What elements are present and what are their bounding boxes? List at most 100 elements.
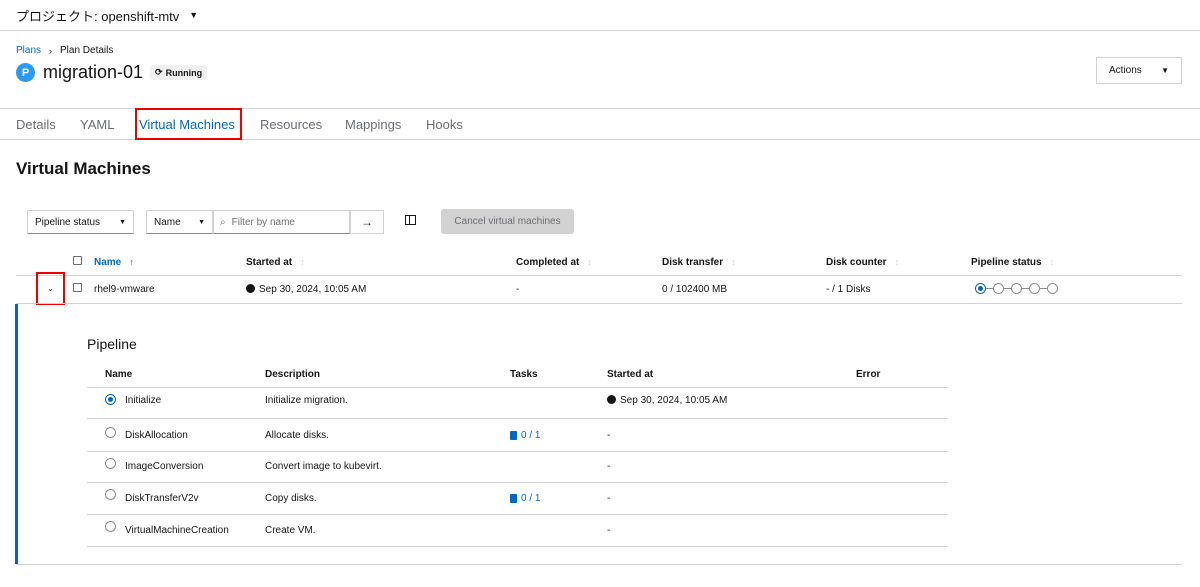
search-icon: ⌕ (220, 216, 226, 228)
caret-down-icon: ▼ (1161, 66, 1169, 75)
pipeline-step-dot (1047, 283, 1058, 294)
actions-label: Actions (1109, 65, 1142, 76)
arrow-right-icon: → (361, 215, 373, 229)
search-placeholder: Filter by name (231, 216, 295, 228)
step-started-at: - (607, 525, 611, 536)
pipeline-connector (1004, 288, 1011, 289)
row-checkbox[interactable] (73, 283, 82, 292)
divider (16, 303, 1182, 304)
status-badge: ⟳ Running (150, 65, 208, 80)
caret-down-icon: ▼ (119, 218, 126, 226)
vm-name: rhel9-vmware (94, 284, 155, 295)
name-filter-select[interactable]: Name ▼ (146, 210, 213, 234)
pipeline-col-tasks: Tasks (510, 369, 538, 380)
divider (87, 387, 948, 388)
tab-mappings[interactable]: Mappings (345, 117, 401, 132)
name-filter-label: Name (154, 216, 181, 228)
column-header-completed[interactable]: Completed at ↕ (516, 257, 592, 268)
pipeline-col-error: Error (856, 369, 881, 380)
step-status-pending-icon (105, 458, 116, 469)
column-header-name[interactable]: Name ↑ (94, 257, 134, 268)
pipeline-connector (1022, 288, 1029, 289)
actions-button[interactable]: Actions ▼ (1096, 57, 1182, 84)
step-name: DiskTransferV2v (125, 493, 199, 504)
pipeline-step-dot (1029, 283, 1040, 294)
highlight-box (135, 108, 242, 140)
column-header-disk-counter[interactable]: Disk counter ↕ (826, 257, 899, 268)
pipeline-title: Pipeline (87, 336, 137, 352)
divider (16, 564, 1182, 565)
step-description: Initialize migration. (265, 395, 348, 406)
pipeline-col-started: Started at (607, 369, 654, 380)
clipboard-icon (510, 494, 517, 503)
step-status-pending-icon (105, 521, 116, 532)
vm-disk-counter: - / 1 Disks (826, 284, 871, 295)
tab-hooks[interactable]: Hooks (426, 117, 463, 132)
search-submit-button[interactable]: → (350, 210, 384, 234)
sort-icon: ↕ (1049, 257, 1055, 267)
sort-icon: ↕ (300, 257, 305, 267)
search-input[interactable]: ⌕ Filter by name (213, 210, 350, 234)
step-status-active-icon (105, 394, 116, 405)
expanded-row-indicator (15, 304, 18, 564)
breadcrumb-current: Plan Details (60, 45, 114, 56)
caret-down-icon: ▼ (189, 10, 199, 20)
plan-badge: P (16, 63, 35, 82)
sort-icon: ↕ (587, 257, 592, 267)
step-status-pending-icon (105, 489, 116, 500)
pipeline-step-dot (993, 283, 1004, 294)
step-description: Create VM. (265, 525, 316, 536)
column-header-disk-transfer[interactable]: Disk transfer ↕ (662, 257, 736, 268)
vm-completed-at: - (516, 284, 520, 295)
manage-columns-icon[interactable] (405, 215, 416, 225)
step-tasks-link[interactable]: 0 / 1 (510, 430, 540, 441)
tab-details[interactable]: Details (16, 117, 56, 132)
pipeline-status-filter[interactable]: Pipeline status ▼ (27, 210, 134, 234)
pipeline-step-dot (975, 283, 986, 294)
chevron-right-icon: › (49, 45, 53, 56)
divider (87, 482, 948, 483)
sync-icon: ⟳ (155, 67, 163, 77)
globe-icon (607, 395, 616, 404)
divider (87, 514, 948, 515)
step-description: Copy disks. (265, 493, 317, 504)
sort-icon: ↕ (894, 257, 900, 267)
page-title: migration-01 (43, 62, 144, 82)
sort-asc-icon: ↑ (129, 257, 134, 267)
breadcrumb-plans-link[interactable]: Plans (16, 45, 41, 56)
pipeline-connector (1040, 288, 1047, 289)
vm-disk-transfer: 0 / 102400 MB (662, 284, 728, 295)
step-status-pending-icon (105, 427, 116, 438)
cancel-vms-button[interactable]: Cancel virtual machines (441, 209, 574, 234)
vm-started-at: Sep 30, 2024, 10:05 AM (246, 284, 366, 295)
pipeline-filter-label: Pipeline status (35, 216, 101, 228)
step-started-at: Sep 30, 2024, 10:05 AM (607, 395, 727, 406)
pipeline-connector (986, 288, 993, 289)
select-all-checkbox[interactable] (73, 256, 82, 265)
step-description: Convert image to kubevirt. (265, 461, 382, 472)
tab-resources[interactable]: Resources (260, 117, 322, 132)
caret-down-icon: ▼ (198, 218, 205, 226)
section-title: Virtual Machines (16, 159, 151, 178)
divider (87, 451, 948, 452)
step-name: Initialize (125, 395, 162, 406)
pipeline-step-dot (1011, 283, 1022, 294)
step-tasks-link[interactable]: 0 / 1 (510, 493, 540, 504)
pipeline-col-name: Name (105, 369, 133, 380)
sort-icon: ↕ (731, 257, 736, 267)
step-description: Allocate disks. (265, 430, 329, 441)
step-name: VirtualMachineCreation (125, 525, 229, 536)
column-header-started[interactable]: Started at ↕ (246, 257, 305, 268)
project-label: プロジェクト: openshift-mtv (16, 8, 180, 24)
divider (87, 546, 948, 547)
step-started-at: - (607, 461, 611, 472)
divider (16, 275, 1182, 276)
step-name: DiskAllocation (125, 430, 188, 441)
column-header-pipeline-status[interactable]: Pipeline status ↕ (971, 257, 1054, 268)
status-text: Running (165, 67, 203, 78)
step-name: ImageConversion (125, 461, 204, 472)
globe-icon (246, 284, 255, 293)
expand-row-toggle[interactable]: ⌄ (36, 272, 65, 305)
project-selector[interactable]: プロジェクト: openshift-mtv ▼ (0, 0, 1200, 31)
tab-yaml[interactable]: YAML (80, 117, 114, 132)
